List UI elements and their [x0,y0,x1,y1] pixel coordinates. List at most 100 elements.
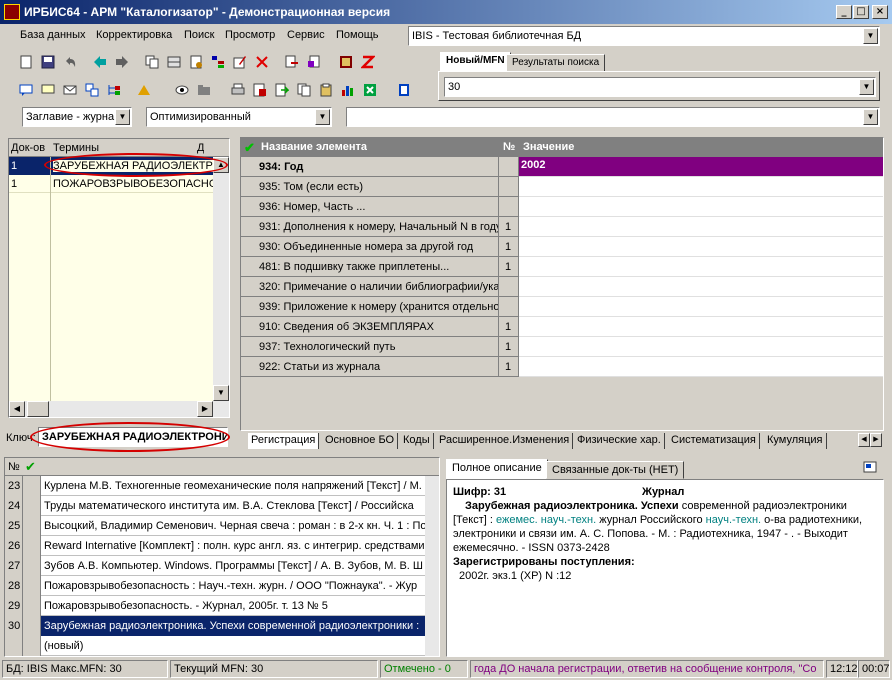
record-check-cell[interactable] [23,496,41,516]
editor-row[interactable]: 910: Сведения об ЭКЗЕМПЛЯРАХ 1 [241,317,883,337]
horizontal-scrollbar[interactable]: ◀ ▶ [9,401,229,417]
record-row[interactable]: 29 Пожаровзрывобезопасность. - Журнал, 20… [5,596,425,616]
element-value[interactable] [519,317,883,337]
tree-view-button[interactable] [104,80,124,100]
menu-search[interactable]: Поиск [184,29,214,41]
excel-button[interactable] [360,80,380,100]
editor-row[interactable]: 320: Примечание о наличии библиографии/у… [241,277,883,297]
record-check-cell[interactable] [23,556,41,576]
minimize-button[interactable]: _ [836,5,852,19]
tab-cumulation[interactable]: Кумуляция [764,433,827,449]
record-check-cell[interactable] [23,596,41,616]
folder-button[interactable] [194,80,214,100]
comment-button[interactable] [16,80,36,100]
mode-select[interactable]: Оптимизированный ▼ [146,107,332,127]
tab-main-bo[interactable]: Основное БО [322,433,399,449]
editor-row[interactable]: 935: Том (если есть) [241,177,883,197]
description-settings-button[interactable] [862,460,880,476]
edit-button[interactable] [230,52,250,72]
print-button[interactable] [228,80,248,100]
tab-search-results[interactable]: Результаты поиска [506,54,606,72]
element-value[interactable] [519,217,883,237]
record-check-cell[interactable] [23,516,41,536]
worksheet-select[interactable]: ▼ [346,107,880,127]
report-button[interactable] [250,80,270,100]
z-button[interactable] [358,52,378,72]
tab-scroll-right[interactable]: ▶ [870,433,882,447]
copy-record-button[interactable] [142,52,162,72]
record-check-cell[interactable] [23,536,41,556]
scroll-down-arrow[interactable]: ▼ [213,385,229,401]
records-scrollbar[interactable] [425,476,439,656]
tab-registration[interactable]: Регистрация [248,433,320,449]
record-row[interactable]: 27 Зубов А.В. Компьютер. Windows. Програм… [5,556,425,576]
menu-help[interactable]: Помощь [336,29,379,41]
editor-row[interactable]: 922: Статьи из журнала 1 [241,357,883,377]
record-row[interactable]: (новый) [5,636,425,656]
scroll-thumb[interactable] [27,401,49,417]
record-check-cell[interactable] [23,476,41,496]
prev-record-button[interactable] [90,52,110,72]
delete-button[interactable] [252,52,272,72]
import-button[interactable] [304,52,324,72]
record-check-cell[interactable] [23,616,41,636]
element-value[interactable] [519,297,883,317]
scroll-right-arrow[interactable]: ▶ [197,401,213,417]
new-doc-button[interactable] [16,52,36,72]
tab-linked-docs[interactable]: Связанные док-ты (НЕТ) [546,461,685,479]
record-row[interactable]: 30 Зарубежная радиоэлектроника. Успехи со… [5,616,425,636]
element-value[interactable] [519,357,883,377]
record-row[interactable]: 25 Высоцкий, Владимир Семенович. Черная с… [5,516,425,536]
editor-row[interactable]: 930: Объединенные номера за другой год 1 [241,237,883,257]
maximize-button[interactable]: □ [853,5,869,19]
element-value[interactable] [519,257,883,277]
close-button[interactable]: × [872,5,888,19]
clipboard-button[interactable] [316,80,336,100]
element-value[interactable] [519,197,883,217]
element-value[interactable]: 2002 [519,157,883,177]
element-value[interactable] [519,337,883,357]
tab-new-mfn[interactable]: Новый/MFN [440,52,511,72]
tab-systematization[interactable]: Систематизация [668,433,760,449]
editor-row[interactable]: 931: Дополнения к номеру, Начальный N в … [241,217,883,237]
tab-full-description[interactable]: Полное описание [446,459,548,479]
template-button[interactable] [186,52,206,72]
record-row[interactable]: 24 Труды математического института им. В.… [5,496,425,516]
element-value[interactable] [519,177,883,197]
dictionary-button[interactable] [134,80,154,100]
editor-row[interactable]: 934: Год 2002 [241,157,883,177]
database-select[interactable]: IBIS - Тестовая библиотечная БД ▼ [408,26,880,46]
vertical-scrollbar[interactable]: ▲ ▼ [213,157,229,401]
mfn-select[interactable]: 30 ▼ [444,77,876,97]
dictionary-type-select[interactable]: Заглавие - журна ▼ [22,107,132,127]
record-check-cell[interactable] [23,576,41,596]
next-record-button[interactable] [112,52,132,72]
link-button[interactable] [82,80,102,100]
editor-row[interactable]: 481: В подшивку также приплетены... 1 [241,257,883,277]
undo-button[interactable] [60,52,80,72]
menu-database[interactable]: База данных [20,29,86,41]
editor-row[interactable]: 937: Технологический путь 1 [241,337,883,357]
record-row[interactable]: 26 Reward Internative [Комплект] : полн. … [5,536,425,556]
tree-button[interactable] [208,52,228,72]
tab-scroll-left[interactable]: ◀ [858,433,870,447]
tab-codes[interactable]: Коды [400,433,434,449]
help-button[interactable] [394,80,414,100]
menu-view[interactable]: Просмотр [225,29,275,41]
menu-correction[interactable]: Корректировка [96,29,172,41]
statistics-button[interactable] [338,80,358,100]
save-button[interactable] [38,52,58,72]
export-button[interactable] [282,52,302,72]
element-value[interactable] [519,277,883,297]
record-check-cell[interactable] [23,636,41,656]
global-correction-button[interactable] [336,52,356,72]
tab-extended-changes[interactable]: Расширенное.Изменения [436,433,574,449]
editor-row[interactable]: 936: Номер, Часть ... [241,197,883,217]
menu-service[interactable]: Сервис [287,29,325,41]
preview-button[interactable] [172,80,192,100]
copy-doc-button[interactable] [294,80,314,100]
editor-row[interactable]: 939: Приложение к номеру (хранится отдел… [241,297,883,317]
mail-button[interactable] [60,80,80,100]
dictionary-row[interactable]: 1 ПОЖАРОВЗРЫВОБЕЗОПАСНО [9,175,213,193]
element-value[interactable] [519,237,883,257]
